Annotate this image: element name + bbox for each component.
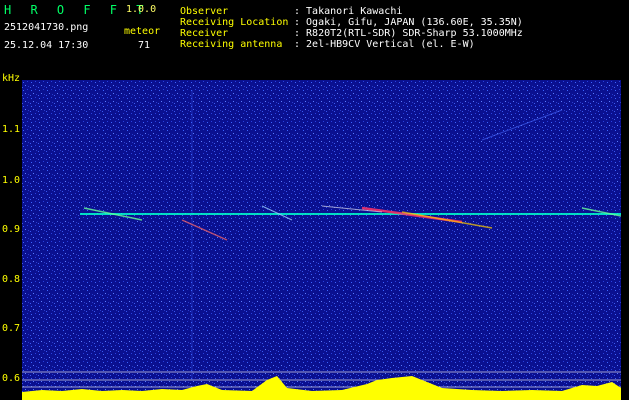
meteor-count: 71 <box>138 40 151 51</box>
y-tick-0-8: 0.8 <box>2 274 21 285</box>
datetime-label: 25.12.04 17:30 <box>4 40 89 51</box>
spectrogram-background <box>22 80 621 400</box>
y-tick-1-0: 1.0 <box>2 175 21 186</box>
header-panel: H R O F F T 1.0.0 2512041730.png meteor … <box>0 0 629 72</box>
y-tick-0-7: 0.7 <box>2 323 21 334</box>
y-tick-0-6: 0.6 <box>2 373 21 384</box>
filename-label: 2512041730.png <box>4 22 89 33</box>
antenna-label: Receiving antenna <box>180 39 283 50</box>
antenna-value: : 2el-HB9CV Vertical (el. E-W) <box>294 39 475 50</box>
unit-label: kHz <box>2 73 21 84</box>
y-tick-1-1: 1.1 <box>2 124 21 135</box>
app-version: 1.0.0 <box>126 4 157 15</box>
meteor-label: meteor <box>124 26 161 37</box>
spectrogram-plot <box>22 80 621 400</box>
y-tick-0-9: 0.9 <box>2 224 21 235</box>
